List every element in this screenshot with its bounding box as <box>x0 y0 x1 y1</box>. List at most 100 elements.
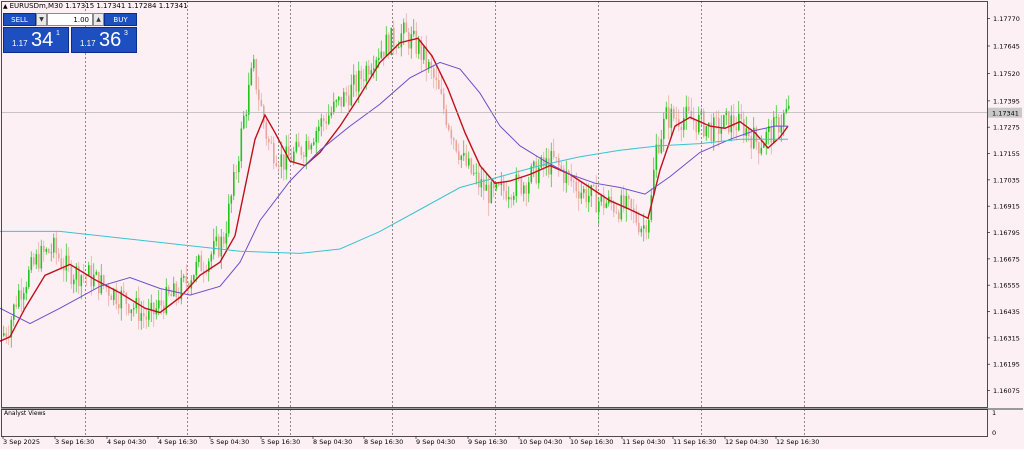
x-tick-label: 10 Sep 04:30 <box>519 438 562 446</box>
candle <box>643 213 645 242</box>
candle <box>513 191 515 206</box>
chart-canvas[interactable]: 1.17341 1.177701.176451.175201.173951.17… <box>0 0 1024 449</box>
candle <box>635 204 638 226</box>
candle-body <box>318 126 320 132</box>
candle-body <box>403 22 405 34</box>
candle-body <box>648 219 650 233</box>
candle <box>415 21 418 58</box>
candle-body <box>35 254 38 265</box>
candle-body <box>295 141 298 152</box>
candle <box>488 176 490 216</box>
candle <box>180 269 183 305</box>
current-price-line: 1.17341 <box>1 107 1022 118</box>
candle-body <box>485 184 488 191</box>
bid-price-pips: 34 <box>31 29 54 51</box>
candle-body <box>765 131 768 145</box>
candle <box>733 103 735 138</box>
candle <box>673 105 675 122</box>
candle-body <box>250 68 253 85</box>
y-tick-label: 1.17035 <box>993 176 1020 184</box>
candle-body <box>405 22 408 33</box>
candle-body <box>473 172 475 174</box>
candle-body <box>750 136 753 149</box>
candle <box>435 66 438 90</box>
lot-increase-icon[interactable]: ▲ <box>93 13 104 26</box>
candle <box>705 125 708 141</box>
candle <box>688 96 690 114</box>
candle-body <box>445 109 448 126</box>
candle-body <box>223 236 225 244</box>
candle <box>260 93 263 107</box>
candle-body <box>718 117 720 134</box>
ask-price-box[interactable]: 1.17 36 3 <box>71 27 137 53</box>
candle-body <box>260 100 263 107</box>
candle <box>553 138 555 160</box>
day-separator-lines <box>85 1 805 436</box>
candle <box>218 233 220 259</box>
candle <box>458 143 460 165</box>
candle-body <box>698 114 700 133</box>
candle <box>500 171 503 196</box>
candle <box>183 273 185 283</box>
candle-body <box>733 115 735 128</box>
candle <box>528 176 530 203</box>
candle <box>665 101 668 120</box>
candle <box>55 231 58 265</box>
collapse-triangle-icon[interactable]: ▲ <box>3 3 8 10</box>
bid-price-fraction: 1 <box>56 30 60 37</box>
candle <box>638 211 640 236</box>
x-tick-label: 8 Sep 04:30 <box>313 438 352 446</box>
candle-body <box>680 126 683 130</box>
candle-body <box>518 174 520 178</box>
candle-body <box>100 275 103 294</box>
candle-body <box>525 185 528 194</box>
candle-body <box>70 264 73 285</box>
y-tick-label: 1.16315 <box>993 334 1020 342</box>
candle-body <box>673 108 675 119</box>
candle <box>468 151 470 169</box>
candle <box>78 261 80 294</box>
symbol-line: EURUSDm,M30 1.17315 1.17341 1.17284 1.17… <box>9 2 188 10</box>
candle <box>103 274 105 290</box>
candle-body <box>365 65 368 82</box>
candle-body <box>363 79 365 82</box>
candle-body <box>338 96 340 101</box>
x-tick-label: 5 Sep 16:30 <box>261 438 300 446</box>
candle <box>380 40 383 60</box>
candle <box>308 136 310 151</box>
lot-size-input[interactable]: 1.00 <box>47 13 93 26</box>
candle-body <box>45 249 48 252</box>
current-price-label: 1.17341 <box>992 110 1019 118</box>
candle <box>730 105 733 142</box>
candle-body <box>348 95 350 106</box>
candle-body <box>228 203 230 234</box>
lot-decrease-icon[interactable]: ▼ <box>36 13 47 26</box>
candle <box>38 241 40 272</box>
candle-body <box>280 154 283 167</box>
candle-body <box>225 233 228 244</box>
buy-button[interactable]: BUY <box>104 13 137 26</box>
candle-body <box>68 255 70 265</box>
candle <box>325 112 328 130</box>
candle-body <box>125 292 128 305</box>
candle-body <box>453 138 455 141</box>
candle <box>315 126 318 153</box>
candle <box>233 164 235 201</box>
trade-panel-controls: SELL ▼ 1.00 ▲ BUY <box>3 13 137 26</box>
bid-price-box[interactable]: 1.17 34 1 <box>3 27 69 53</box>
candle <box>445 104 448 129</box>
candle <box>200 250 203 272</box>
candle-body <box>355 74 358 92</box>
candle-body <box>670 108 673 128</box>
sell-button[interactable]: SELL <box>3 13 36 26</box>
candle <box>155 299 158 320</box>
candle-body <box>138 297 140 321</box>
candle-body <box>293 151 295 162</box>
candle <box>68 247 70 272</box>
ask-price-pips: 36 <box>99 29 122 51</box>
candle-body <box>783 112 785 126</box>
candle <box>473 164 475 176</box>
indicator-panel[interactable]: 10 <box>992 409 996 437</box>
candle-body <box>148 311 150 320</box>
candle <box>350 74 353 107</box>
